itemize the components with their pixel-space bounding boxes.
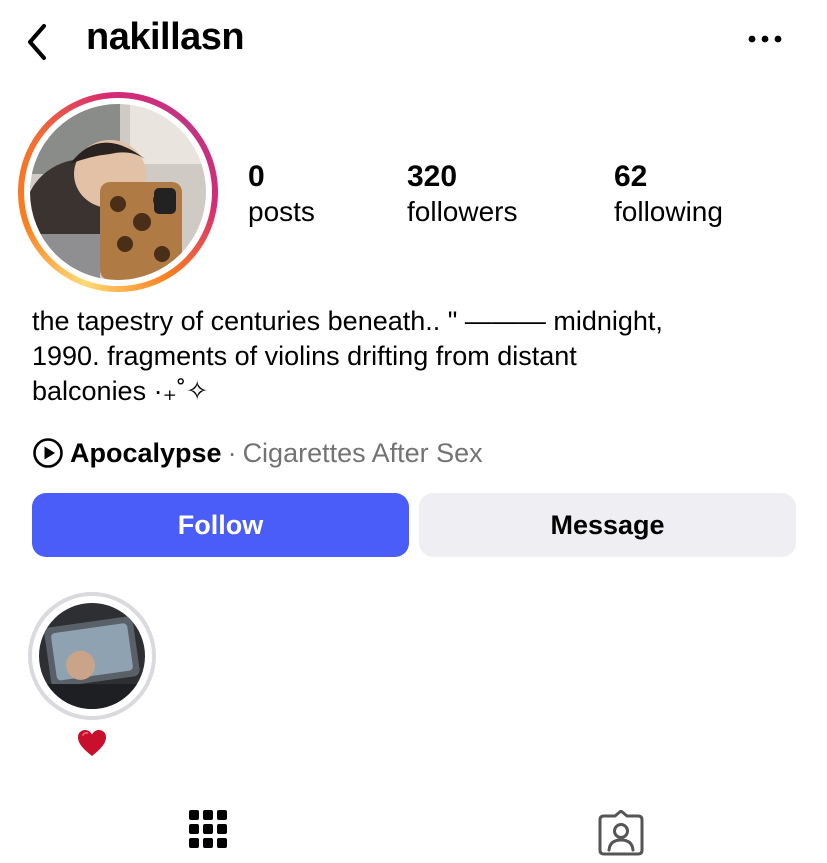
tagged-person-icon (598, 809, 644, 856)
chevron-left-icon (28, 24, 46, 60)
bio-line: 1990. fragments of violins drifting from… (32, 341, 577, 371)
stat-posts-label: posts (248, 196, 315, 227)
profile-username: nakillasn (86, 16, 245, 58)
more-options-button[interactable] (746, 24, 786, 54)
tab-tagged[interactable] (598, 809, 644, 856)
follow-button[interactable]: Follow (32, 493, 409, 557)
tab-posts-grid[interactable] (189, 810, 227, 854)
play-circle-icon (33, 438, 63, 468)
music-song-title: Apocalypse (70, 437, 222, 468)
highlight-cover (39, 603, 145, 709)
heart-icon (78, 730, 106, 756)
stat-posts[interactable]: 0 posts (248, 160, 315, 228)
stat-following-value: 62 (614, 160, 648, 193)
stat-followers-label: followers (407, 196, 518, 227)
profile-bio: the tapestry of centuries beneath.. " ——… (32, 304, 792, 409)
stat-posts-value: 0 (248, 160, 265, 193)
music-artist: Cigarettes After Sex (242, 437, 483, 468)
music-separator: · (227, 437, 237, 468)
message-button[interactable]: Message (419, 493, 796, 557)
stat-followers-value: 320 (407, 160, 458, 193)
avatar-story-ring[interactable] (18, 92, 218, 292)
bio-line: balconies ·₊˚✧ (32, 376, 209, 406)
highlight-heart-label (76, 728, 108, 758)
ellipsis-horizontal-icon (748, 35, 782, 43)
stat-following[interactable]: 62 following (614, 160, 723, 228)
back-button[interactable] (22, 22, 56, 62)
profile-music[interactable]: Apocalypse · Cigarettes After Sex (32, 436, 483, 470)
grid-icon (189, 810, 227, 848)
profile-page: nakillasn 0 posts 320 followers 62 follo… (0, 0, 827, 863)
bio-line: the tapestry of centuries beneath.. " ——… (32, 306, 663, 336)
story-highlight[interactable] (28, 592, 156, 720)
stat-followers[interactable]: 320 followers (407, 160, 517, 228)
stat-following-label: following (614, 196, 723, 227)
avatar (30, 104, 206, 280)
